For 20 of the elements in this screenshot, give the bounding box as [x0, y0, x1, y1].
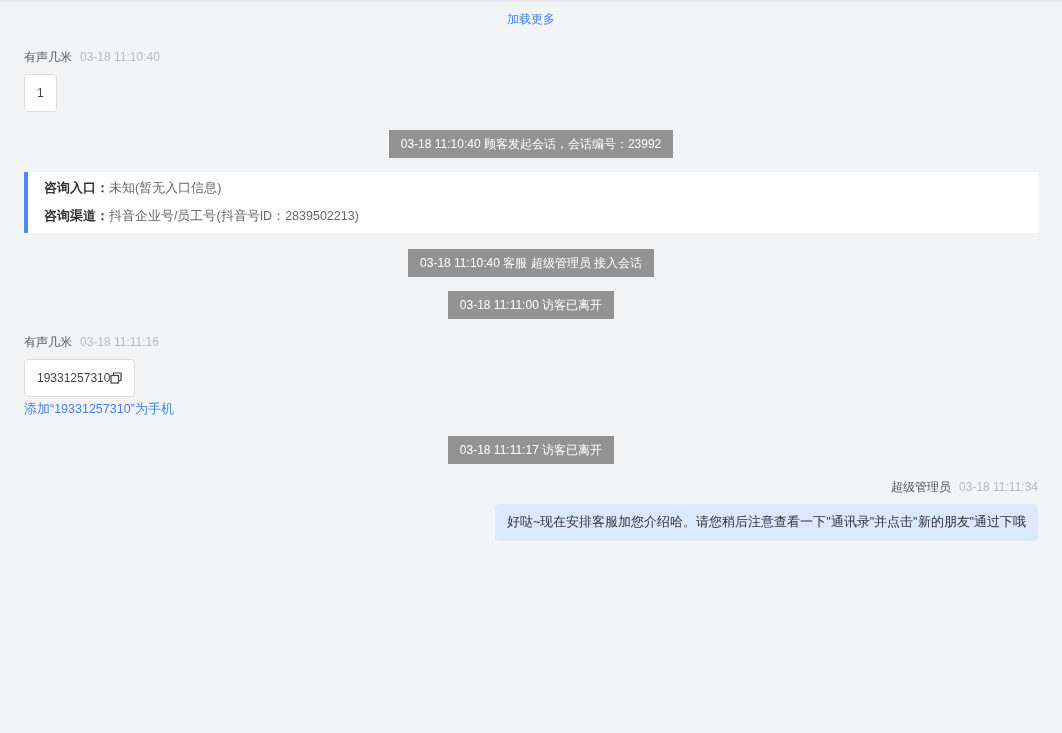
- sender-name: 超级管理员: [891, 479, 952, 497]
- info-label: 咨询渠道：: [44, 207, 109, 225]
- system-notice: 03-18 11:11:17 访客已离开: [447, 436, 615, 465]
- message-text: 1: [37, 85, 44, 102]
- sender-name: 有声几米: [24, 333, 72, 351]
- message-time: 03-18 11:11:34: [959, 479, 1038, 497]
- system-notice: 03-18 11:11:00 访客已离开: [447, 290, 615, 319]
- system-notice: 03-18 11:10:40 客服 超级管理员 接入会话: [408, 248, 654, 277]
- info-value: 未知(暂无入口信息): [109, 180, 222, 197]
- copy-icon[interactable]: [110, 371, 123, 384]
- add-phone-link[interactable]: 添加“19331257310”为手机: [24, 399, 174, 419]
- message-bubble: 好哒~现在安排客服加您介绍哈。请您稍后注意查看一下"通讯录"并点击"新的朋友"通过下哦: [494, 504, 1038, 541]
- message-time: 03-18 11:11:16: [80, 333, 159, 351]
- sender-name: 有声几米: [24, 49, 72, 66]
- system-notice: 03-18 11:10:40 顾客发起会话，会话编号：23992: [388, 130, 674, 158]
- message-time: 03-18 11:10:40: [80, 49, 160, 66]
- load-more-link[interactable]: 加载更多: [507, 10, 555, 28]
- info-value: 抖音企业号/员工号(抖音号ID：2839502213): [109, 207, 359, 225]
- info-label: 咨询入口：: [44, 180, 109, 197]
- message-text: 19331257310: [37, 369, 111, 387]
